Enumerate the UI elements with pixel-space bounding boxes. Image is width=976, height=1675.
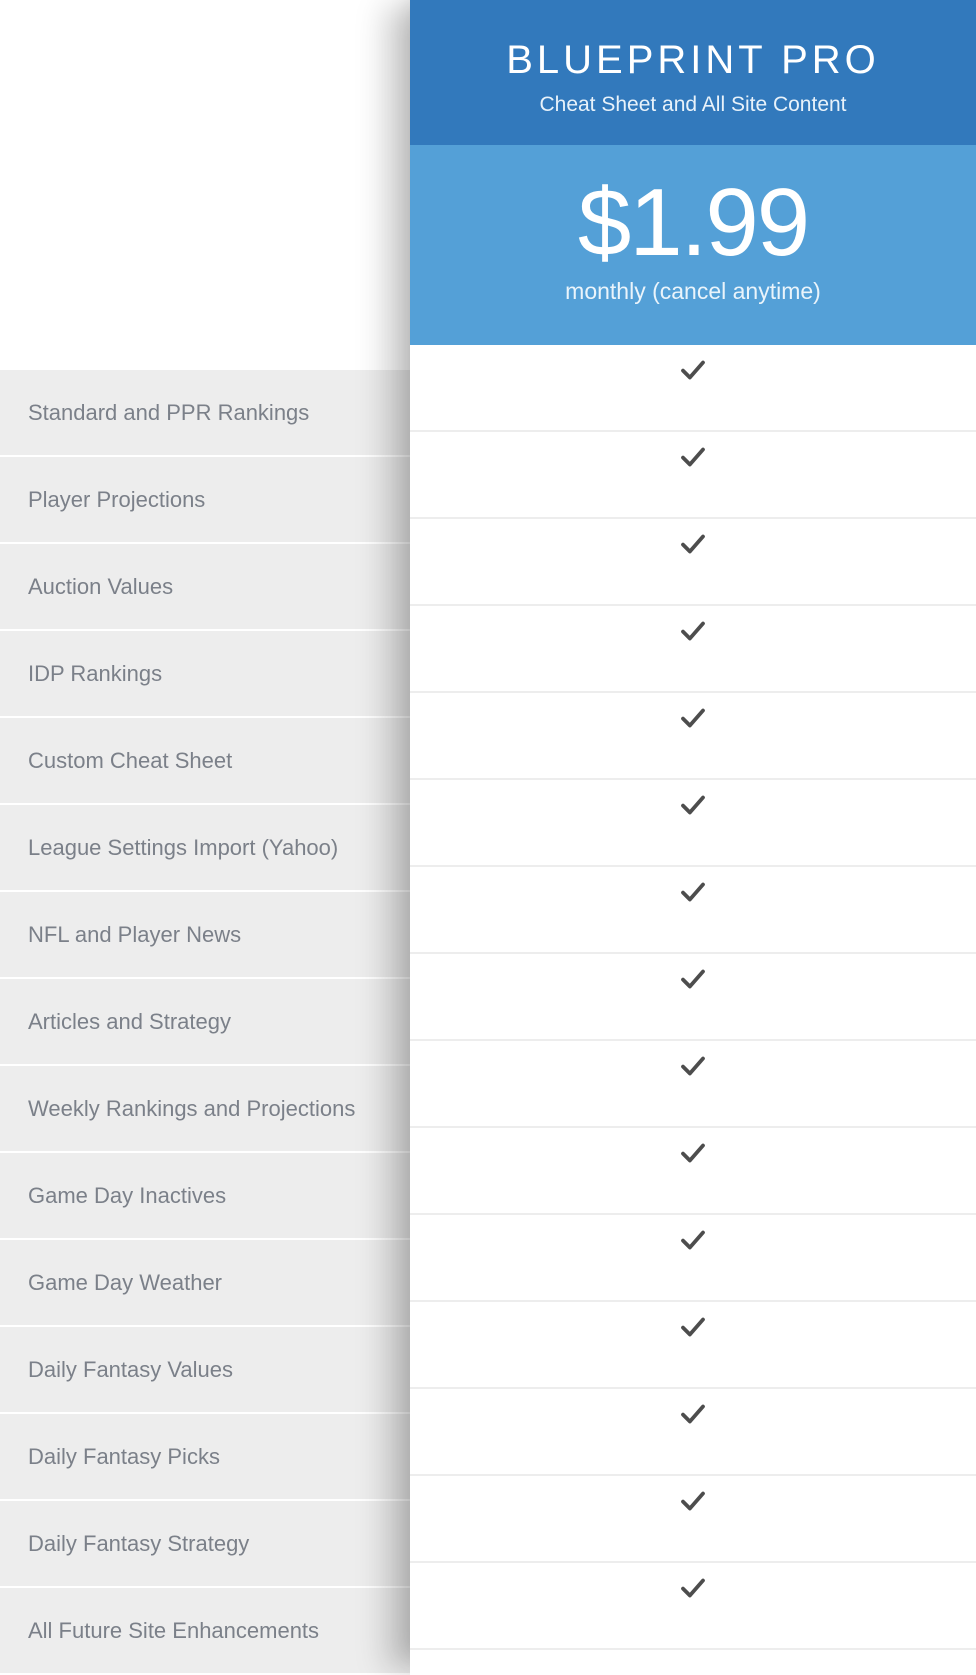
pricing-table: Standard and PPR Rankings Player Projecti… <box>0 0 976 1675</box>
feature-row: Player Projections <box>0 457 410 544</box>
feature-row: League Settings Import (Yahoo) <box>0 805 410 892</box>
feature-included-cell <box>410 1302 976 1389</box>
feature-row: Custom Cheat Sheet <box>0 718 410 805</box>
check-icon <box>678 1573 708 1603</box>
check-icon <box>678 355 708 385</box>
check-icon <box>678 877 708 907</box>
feature-label: All Future Site Enhancements <box>28 1618 319 1644</box>
feature-included-cell <box>410 780 976 867</box>
check-icon <box>678 1225 708 1255</box>
check-icon <box>678 1051 708 1081</box>
feature-row: Standard and PPR Rankings <box>0 370 410 457</box>
check-icon <box>678 529 708 559</box>
plan-price-block: $1.99 monthly (cancel anytime) <box>410 145 976 345</box>
feature-row: Weekly Rankings and Projections <box>0 1066 410 1153</box>
check-icon <box>678 1138 708 1168</box>
feature-included-cell <box>410 345 976 432</box>
feature-label: Daily Fantasy Values <box>28 1357 233 1383</box>
feature-included-cell <box>410 867 976 954</box>
feature-label: Articles and Strategy <box>28 1009 231 1035</box>
plan-period: monthly (cancel anytime) <box>430 278 956 305</box>
check-icon <box>678 1399 708 1429</box>
feature-row: Auction Values <box>0 544 410 631</box>
plan-column: BLUEPRINT PRO Cheat Sheet and All Site C… <box>410 0 976 1675</box>
feature-label: Standard and PPR Rankings <box>28 400 309 426</box>
feature-row: IDP Rankings <box>0 631 410 718</box>
check-icon <box>678 790 708 820</box>
feature-included-cell <box>410 954 976 1041</box>
check-icon <box>678 442 708 472</box>
feature-included-cell <box>410 519 976 606</box>
feature-included-cell <box>410 1563 976 1650</box>
feature-label: IDP Rankings <box>28 661 162 687</box>
check-icon <box>678 1312 708 1342</box>
feature-included-cell <box>410 1389 976 1476</box>
feature-row: Daily Fantasy Picks <box>0 1414 410 1501</box>
plan-subtitle: Cheat Sheet and All Site Content <box>430 93 956 117</box>
feature-row: Daily Fantasy Strategy <box>0 1501 410 1588</box>
feature-row: All Future Site Enhancements <box>0 1588 410 1675</box>
feature-label: Game Day Weather <box>28 1270 222 1296</box>
feature-label: Daily Fantasy Strategy <box>28 1531 249 1557</box>
feature-row: Game Day Inactives <box>0 1153 410 1240</box>
feature-row: NFL and Player News <box>0 892 410 979</box>
feature-label: League Settings Import (Yahoo) <box>28 835 338 861</box>
check-icon <box>678 1486 708 1516</box>
feature-included-cell <box>410 606 976 693</box>
check-icon <box>678 616 708 646</box>
feature-label: Custom Cheat Sheet <box>28 748 232 774</box>
feature-label: NFL and Player News <box>28 922 241 948</box>
feature-included-cell <box>410 693 976 780</box>
feature-label: Game Day Inactives <box>28 1183 226 1209</box>
plan-header: BLUEPRINT PRO Cheat Sheet and All Site C… <box>410 0 976 145</box>
feature-included-cell <box>410 1476 976 1563</box>
feature-label: Player Projections <box>28 487 205 513</box>
plan-title: BLUEPRINT PRO <box>430 38 956 83</box>
feature-included-cell <box>410 1215 976 1302</box>
feature-row: Articles and Strategy <box>0 979 410 1066</box>
feature-included-cell <box>410 1041 976 1128</box>
feature-column-spacer <box>0 0 410 370</box>
feature-row: Daily Fantasy Values <box>0 1327 410 1414</box>
feature-included-cell <box>410 1128 976 1215</box>
feature-included-cell <box>410 432 976 519</box>
feature-row: Game Day Weather <box>0 1240 410 1327</box>
check-icon <box>678 703 708 733</box>
feature-label: Weekly Rankings and Projections <box>28 1096 355 1122</box>
plan-price: $1.99 <box>430 173 956 274</box>
feature-column: Standard and PPR Rankings Player Projecti… <box>0 0 410 1675</box>
feature-label: Auction Values <box>28 574 173 600</box>
check-icon <box>678 964 708 994</box>
feature-label: Daily Fantasy Picks <box>28 1444 220 1470</box>
